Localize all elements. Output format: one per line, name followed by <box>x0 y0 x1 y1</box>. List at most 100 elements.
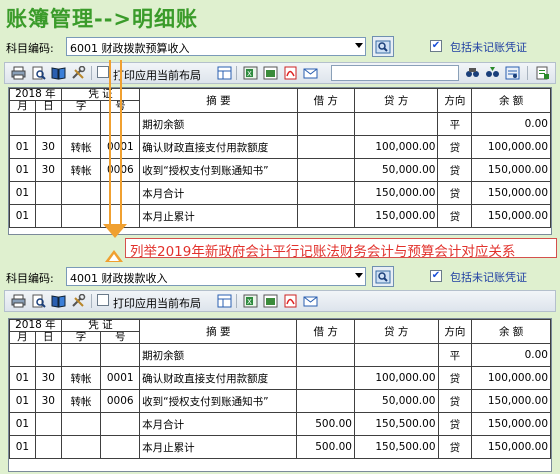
summary-cell: 收到“授权支付到账通知书” <box>139 389 298 413</box>
chevron-down-icon[interactable] <box>355 43 363 48</box>
find-next-icon[interactable] <box>483 65 501 81</box>
email-icon[interactable] <box>301 65 319 81</box>
day-cell <box>34 204 62 228</box>
direction-header: 方向 <box>437 88 473 113</box>
summary-cell: 确认财政直接支付用款额度 <box>139 366 298 390</box>
credit-cell: 150,500.00 <box>354 435 439 459</box>
book-icon[interactable] <box>49 293 67 309</box>
credit-cell: 100,000.00 <box>353 135 439 159</box>
print-layout-label: 打印应用当前布局 <box>113 69 201 82</box>
credit-cell: 150,000.00 <box>353 204 439 228</box>
subject-select-value: 4001 财政拨款收入 <box>70 272 168 285</box>
arrow-head-up-inner <box>109 254 119 261</box>
table-row[interactable]: 01 30 转帐 0006 收到“授权支付到账通知书” 50,000.00 贷 150,000… <box>9 158 551 182</box>
table-row[interactable]: 01 本月止累计 500.00 150,500.00 贷 150,000.00 <box>9 435 551 459</box>
word-cell: 转帐 <box>60 158 102 182</box>
table-row[interactable]: 期初余额 平 0.00 <box>9 112 551 136</box>
table-row[interactable]: 01 30 转帐 0001 确认财政直接支付用款额度 100,000.00 贷 100,000… <box>9 366 551 390</box>
find-input[interactable] <box>331 65 459 81</box>
credit-cell: 150,000.00 <box>353 181 439 205</box>
balance-cell: 150,000.00 <box>471 389 551 413</box>
balance-cell: 0.00 <box>471 112 551 136</box>
day-cell <box>34 412 62 436</box>
debit-cell <box>296 343 355 367</box>
include-unposted-label: 包括未记账凭证 <box>450 41 527 54</box>
subject-select[interactable]: 6001 财政拨款预算收入 <box>66 37 366 56</box>
exit-icon[interactable] <box>533 65 551 81</box>
bottom-subject-row: 科目编码: 4001 财政拨款收入 ✔ 包括未记账凭证 <box>0 266 560 288</box>
table-row[interactable]: 01 本月合计 500.00 150,500.00 贷 150,000.00 <box>9 412 551 436</box>
word-header: 字 <box>60 100 102 113</box>
debit-cell <box>296 366 355 390</box>
top-ledger-body: 期初余额平 0.00 01 30 转帐 0001 确认财政直接支付用款额度 100,000.0… <box>9 112 551 228</box>
subject-label: 科目编码: <box>6 272 54 285</box>
word-cell: 转帐 <box>60 366 102 390</box>
table-row[interactable]: 期初余额 平 0.00 <box>9 343 551 367</box>
print-layout-checkbox[interactable] <box>97 294 109 306</box>
include-unposted-checkbox[interactable]: ✔ <box>430 270 442 282</box>
credit-cell: 100,000.00 <box>354 366 439 390</box>
export-excel-icon[interactable]: X <box>241 65 259 81</box>
credit-cell: 50,000.00 <box>353 158 439 182</box>
word-cell <box>60 204 102 228</box>
export-excel-icon[interactable] <box>261 293 279 309</box>
chevron-down-icon[interactable] <box>355 273 363 278</box>
summary-cell: 确认财政直接支付用款额度 <box>139 135 298 159</box>
subject-select-value: 6001 财政拨款预算收入 <box>70 42 190 55</box>
summary-header: 摘 要 <box>139 319 298 344</box>
table-row[interactable]: 01 本月止累计 150,000.00 贷 150,000.00 <box>9 204 551 228</box>
include-unposted-checkbox[interactable]: ✔ <box>430 40 442 52</box>
debit-cell: 500.00 <box>296 412 355 436</box>
bottom-ledger-grid: 2018 年 凭 证 摘 要 借 方 贷 方 方向 余 额 月 日 字 号 期初… <box>8 318 552 472</box>
subject-select[interactable]: 4001 财政拨款收入 <box>66 267 366 286</box>
direction-header: 方向 <box>437 319 473 344</box>
top-ledger-table: 2018 年 凭 证 摘 要 借 方 贷 方 方向 余 额 月 日 字 号 期初… <box>9 88 551 228</box>
bottom-ledger-table: 2018 年 凭 证 摘 要 借 方 贷 方 方向 余 额 月 日 字 号 期初… <box>9 319 551 459</box>
voucher-header: 凭 证 <box>60 88 141 101</box>
find-icon[interactable] <box>463 65 481 81</box>
search-subject-button[interactable] <box>372 266 394 287</box>
bottom-ledger-panel: 科目编码: 4001 财政拨款收入 ✔ 包括未记账凭证 打印应用当前布局 X 2… <box>0 264 560 474</box>
layout-icon[interactable] <box>215 293 233 309</box>
top-toolbar: 打印应用当前布局 X <box>4 62 556 84</box>
preview-icon[interactable] <box>29 293 47 309</box>
tools-icon[interactable] <box>69 293 87 309</box>
balance-cell: 0.00 <box>471 343 551 367</box>
debit-cell <box>296 389 355 413</box>
day-cell <box>34 343 62 367</box>
word-cell <box>60 181 102 205</box>
table-row[interactable]: 01 30 转帐 0006 收到“授权支付到账通知书” 50,000.00 贷 150,000… <box>9 389 551 413</box>
tools-icon[interactable] <box>69 65 87 81</box>
table-row[interactable]: 01 30 转帐 0001 确认财政直接支付用款额度 100,000.00 贷 100,000… <box>9 135 551 159</box>
search-subject-button[interactable] <box>372 36 394 57</box>
subject-label: 科目编码: <box>6 42 54 55</box>
export-excel-icon[interactable]: X <box>241 293 259 309</box>
voucher-no-cell <box>100 435 141 459</box>
layout-icon[interactable] <box>215 65 233 81</box>
print-icon[interactable] <box>9 65 27 81</box>
email-icon[interactable] <box>301 293 319 309</box>
export-excel-icon[interactable] <box>261 65 279 81</box>
export-pdf-icon[interactable] <box>281 293 299 309</box>
month-cell: 01 <box>9 389 36 413</box>
month-cell: 01 <box>9 181 36 205</box>
preview-icon[interactable] <box>29 65 47 81</box>
filter-icon[interactable] <box>503 65 521 81</box>
month-cell: 01 <box>9 204 36 228</box>
book-icon[interactable] <box>49 65 67 81</box>
page-title: 账簿管理-->明细账 <box>6 7 199 31</box>
balance-cell: 150,000.00 <box>471 158 551 182</box>
credit-cell <box>353 112 439 136</box>
print-layout-label: 打印应用当前布局 <box>113 297 201 310</box>
svg-text:X: X <box>247 70 252 78</box>
word-cell <box>60 412 102 436</box>
direction-cell: 贷 <box>437 389 473 413</box>
print-layout-checkbox[interactable] <box>97 66 109 78</box>
export-pdf-icon[interactable] <box>281 65 299 81</box>
debit-header: 借 方 <box>296 88 355 113</box>
print-icon[interactable] <box>9 293 27 309</box>
summary-cell: 本月合计 <box>139 181 298 205</box>
word-cell: 转帐 <box>60 135 102 159</box>
table-row[interactable]: 01 本月合计 150,000.00 贷 150,000.00 <box>9 181 551 205</box>
word-header: 字 <box>60 331 102 344</box>
